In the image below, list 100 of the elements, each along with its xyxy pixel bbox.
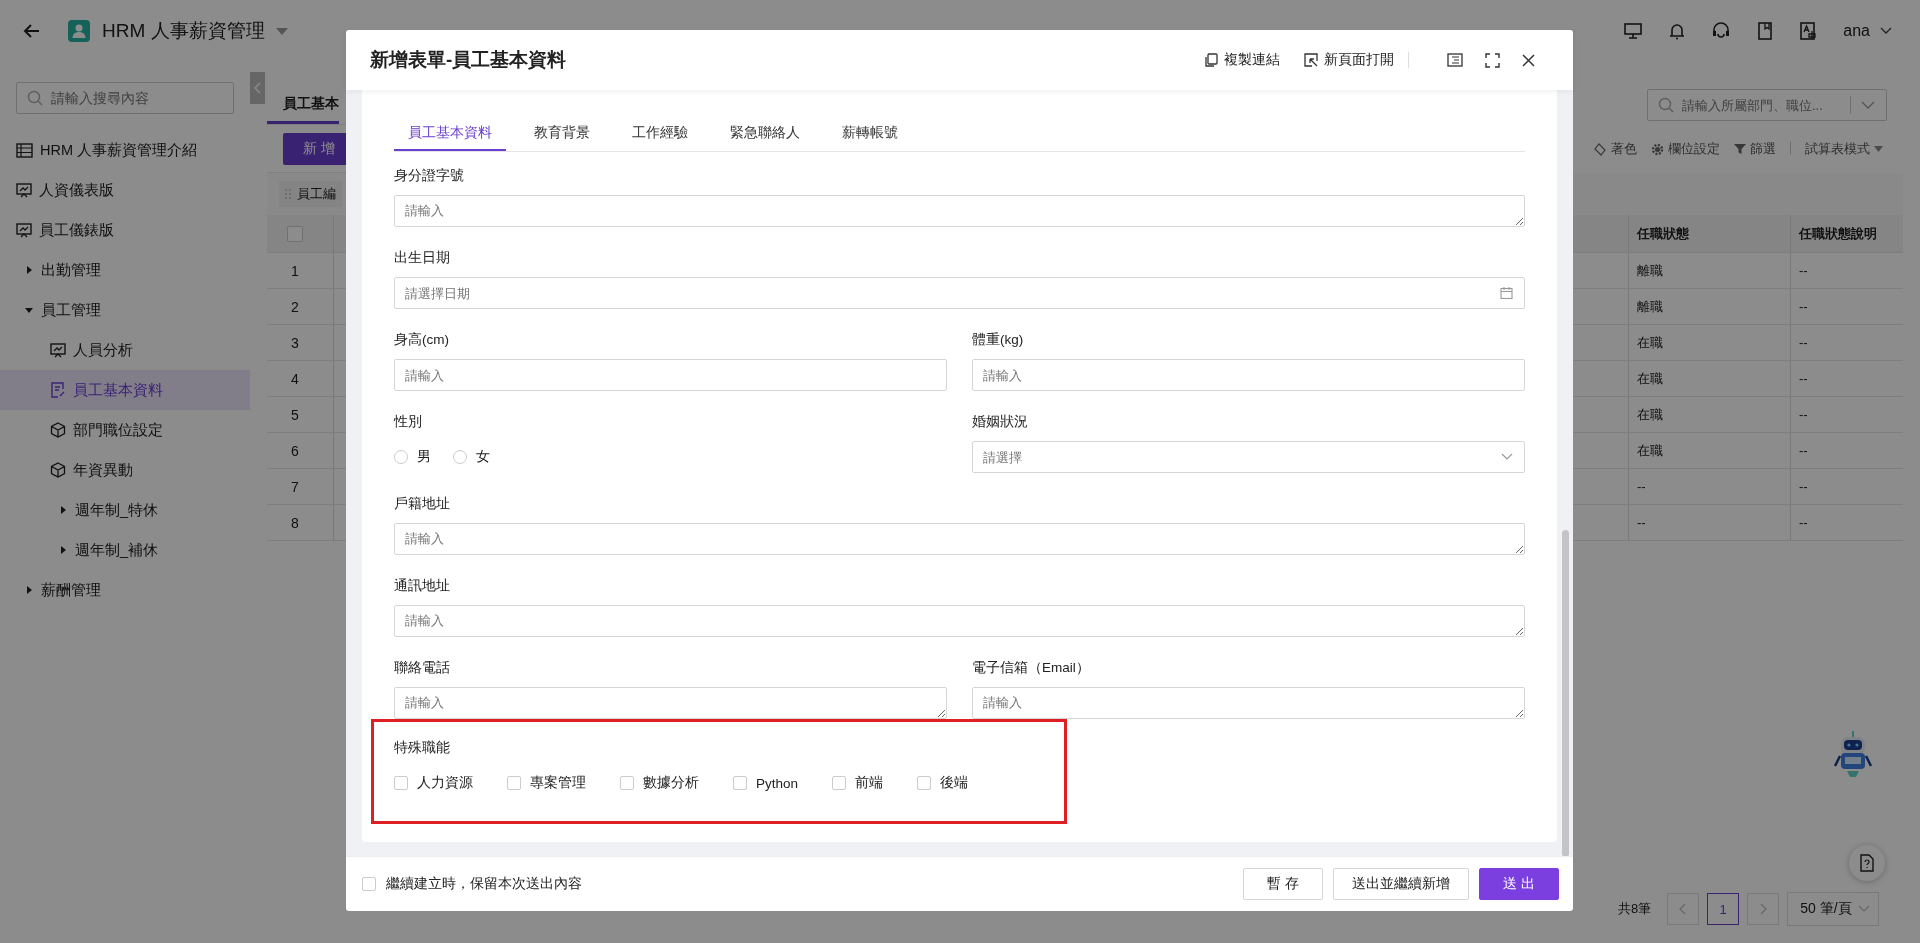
caret-right-icon[interactable] <box>24 265 34 275</box>
sidebar-item[interactable]: 人資儀表版 <box>0 170 250 210</box>
fullscreen-icon[interactable] <box>1485 52 1500 68</box>
dialog-title: 新增表單-員工基本資料 <box>370 48 567 72</box>
toolbar-button[interactable]: 篩選 <box>1734 140 1776 158</box>
option-label: 數據分析 <box>643 774 699 792</box>
search-field[interactable]: 請輸入所屬部門、職位... <box>1647 89 1887 121</box>
text-area[interactable]: 請輸入 <box>394 687 947 719</box>
form-tab[interactable]: 員工基本資料 <box>394 117 506 151</box>
header-action[interactable]: 新頁面打開 <box>1304 51 1394 69</box>
form-tab[interactable]: 緊急聯絡人 <box>716 117 814 151</box>
table-cell: -- <box>1628 505 1790 540</box>
field-label: 性別 <box>394 413 423 431</box>
option-label: 前端 <box>855 774 884 792</box>
submit-button[interactable]: 送 出 <box>1479 868 1559 900</box>
app-title[interactable]: HRM 人事薪資管理 <box>102 18 265 44</box>
paint-bucket-icon <box>1594 142 1607 156</box>
sidebar-item[interactable]: HRM 人事薪資管理介紹 <box>0 130 250 170</box>
caret-down-icon[interactable] <box>24 305 34 315</box>
user-menu[interactable]: ana <box>1843 22 1870 40</box>
sidebar-item[interactable]: 週年制_補休 <box>0 530 250 570</box>
sidebar-item[interactable]: 年資異動 <box>0 450 250 490</box>
table-cell: 在職 <box>1628 397 1790 432</box>
table-cell: -- <box>1790 325 1903 360</box>
table-cell: 在職 <box>1628 325 1790 360</box>
caret-right-icon[interactable] <box>24 585 34 595</box>
row-number: 3 <box>291 334 299 351</box>
form-tab[interactable]: 教育背景 <box>520 117 604 151</box>
column-header: 任職狀態 <box>1628 215 1790 252</box>
table-cell: 在職 <box>1628 361 1790 396</box>
date-field[interactable]: 請選擇日期 <box>394 277 1525 309</box>
form-tab[interactable]: 工作經驗 <box>618 117 702 151</box>
collapse-handle[interactable] <box>250 72 265 104</box>
sidebar-item[interactable]: 員工儀錶版 <box>0 210 250 250</box>
checkbox[interactable] <box>917 776 932 790</box>
text-input[interactable]: 請輸入 <box>394 359 947 391</box>
checkbox[interactable] <box>620 776 634 790</box>
side-panel-icon[interactable] <box>1447 53 1463 67</box>
total-count: 共8筆 <box>1618 900 1652 918</box>
close-icon[interactable] <box>1522 53 1535 67</box>
page-tab[interactable]: 員工基本 <box>267 95 339 124</box>
checkbox-label: 繼續建立時，保留本次送出內容 <box>386 875 582 893</box>
field-label: 身分證字號 <box>394 167 465 185</box>
table-cell: -- <box>1790 289 1903 324</box>
chevron-down-icon[interactable] <box>1861 101 1875 110</box>
sidebar-item[interactable]: 人員分析 <box>0 330 250 370</box>
sidebar-item[interactable]: 部門職位設定 <box>0 410 250 450</box>
column-header: 任職狀態說明 <box>1790 215 1903 252</box>
robot-icon[interactable] <box>1831 729 1875 779</box>
header-action[interactable]: 複製連結 <box>1205 51 1280 69</box>
search-field[interactable]: 請輸入搜尋內容 <box>16 82 234 114</box>
text-area[interactable]: 請輸入 <box>394 523 1525 555</box>
monitor-icon[interactable] <box>1623 21 1644 41</box>
footer-button[interactable]: 暫 存 <box>1243 868 1323 900</box>
row-number: 8 <box>291 514 299 531</box>
help-button[interactable] <box>1849 845 1885 881</box>
field-label: 體重(kg) <box>972 331 1025 349</box>
text-area[interactable]: 請輸入 <box>394 605 1525 637</box>
sidebar-item[interactable]: 員工基本資料 <box>0 370 250 410</box>
sidebar-item[interactable]: 週年制_特休 <box>0 490 250 530</box>
filter-icon <box>1734 143 1746 155</box>
caret-icon[interactable] <box>274 26 289 36</box>
text-input[interactable]: 請輸入 <box>972 359 1525 391</box>
page-size-select[interactable]: 50 筆/頁 <box>1787 892 1879 926</box>
row-number: 2 <box>291 298 299 315</box>
text-area[interactable]: 請輸入 <box>394 195 1525 227</box>
field-label: 婚姻狀況 <box>972 413 1029 431</box>
column-chip[interactable]: 員工編 <box>279 181 342 207</box>
caret-icon <box>1874 146 1883 152</box>
toolbar-button[interactable]: 試算表模式 <box>1805 140 1883 158</box>
table-cell: -- <box>1790 253 1903 288</box>
app-logo-icon <box>68 20 90 42</box>
field-label: 聯絡電話 <box>394 659 451 677</box>
caret-right-icon[interactable] <box>58 545 68 555</box>
caret-right-icon[interactable] <box>58 505 68 515</box>
checkbox[interactable] <box>362 877 376 891</box>
footer-button[interactable]: 送出並繼續新增 <box>1333 868 1469 900</box>
checkbox[interactable] <box>394 776 408 790</box>
row-number: 4 <box>291 370 299 387</box>
form-tab[interactable]: 薪轉帳號 <box>828 117 912 151</box>
headset-icon[interactable] <box>1711 21 1732 41</box>
page-button[interactable]: 1 <box>1707 893 1740 925</box>
checkbox[interactable] <box>507 776 521 790</box>
checkbox[interactable] <box>733 776 747 790</box>
select-field[interactable]: 請選擇 <box>972 441 1525 473</box>
sidebar-item[interactable]: 出勤管理 <box>0 250 250 290</box>
row-number: 7 <box>291 478 299 495</box>
checkbox[interactable] <box>832 776 847 790</box>
add-button[interactable]: 新 增 <box>283 132 346 165</box>
chevron-down-icon[interactable] <box>1880 27 1892 35</box>
sidebar-item[interactable]: 薪酬管理 <box>0 570 250 610</box>
field-label: 戶籍地址 <box>394 495 451 513</box>
text-area[interactable]: 請輸入 <box>972 687 1525 719</box>
toolbar-button[interactable]: 欄位設定 <box>1651 140 1720 158</box>
dashboard-icon <box>50 342 66 358</box>
sidebar-item[interactable]: 員工管理 <box>0 290 250 330</box>
scrollbar[interactable] <box>1561 530 1569 857</box>
dashboard-icon <box>16 222 32 238</box>
toolbar-button[interactable]: 著色 <box>1594 140 1637 158</box>
checkbox[interactable] <box>287 225 303 242</box>
